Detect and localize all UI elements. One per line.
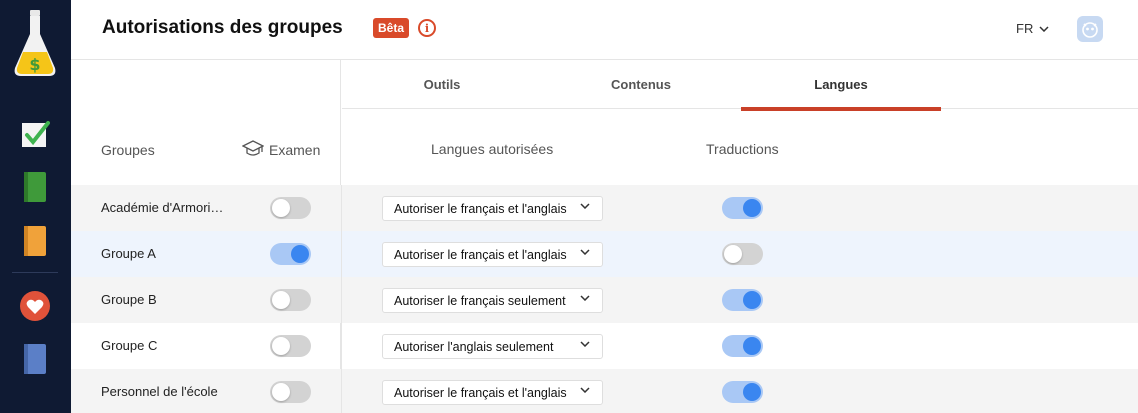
chevron-down-icon [580,341,590,347]
tab-contenus[interactable]: Contenus [541,60,741,109]
table-row: Groupe A Autoriser le français et l'angl… [71,231,1138,277]
exam-column-header: Examen [269,142,321,158]
chevron-down-icon [580,249,590,255]
language-dropdown[interactable]: Autoriser le français et l'anglais [382,242,603,267]
beta-badge: Bêta [373,18,410,38]
page-header: Autorisations des groupes Bêta i FR [71,0,1138,60]
avatar[interactable] [1077,16,1103,42]
language-code: FR [1016,21,1034,36]
exam-toggle[interactable] [270,197,311,219]
translations-toggle[interactable] [722,243,763,265]
group-name: Personnel de l'école [101,384,218,399]
checkmark-icon[interactable] [18,117,52,151]
owl-avatar-icon [1082,22,1098,38]
page-title: Autorisations des groupes [102,17,343,38]
translations-toggle[interactable] [722,197,763,219]
table-row: Personnel de l'école Autoriser le frança… [71,369,1138,413]
language-dropdown[interactable]: Autoriser le français seulement [382,288,603,313]
table-row: Académie d'Armorique Autoriser le frança… [71,185,1138,231]
flask-logo-icon[interactable]: $ [10,8,60,80]
table-row: Groupe B Autoriser le français seulement [71,277,1138,323]
language-dropdown[interactable]: Autoriser le français et l'anglais [382,196,603,221]
chevron-down-icon [580,295,590,301]
chevron-down-icon [1039,25,1049,32]
translations-toggle[interactable] [722,381,763,403]
exam-toggle[interactable] [270,335,311,357]
svg-text:$: $ [29,55,40,74]
chevron-down-icon [580,203,590,209]
table-row: Groupe C Autoriser l'anglais seulement [71,323,1138,369]
language-dropdown[interactable]: Autoriser le français et l'anglais [382,380,603,405]
graduation-cap-icon [241,139,265,164]
exam-toggle[interactable] [270,381,311,403]
groups-column-header: Groupes [101,142,155,158]
exam-toggle[interactable] [270,243,311,265]
sidebar-divider [12,272,58,273]
green-book-icon[interactable] [18,170,52,204]
group-name: Groupe A [101,246,156,261]
tab-outils[interactable]: Outils [342,60,542,109]
language-dropdown-value: Autoriser le français seulement [394,293,566,308]
heart-icon[interactable] [18,289,52,323]
sidebar: $ [0,0,71,413]
language-dropdown[interactable]: Autoriser l'anglais seulement [382,334,603,359]
allowed-languages-column-header: Langues autorisées [431,141,554,157]
tab-langues[interactable]: Langues [741,60,941,111]
tab-bar: Outils Contenus Langues [342,60,1138,111]
group-name: Groupe B [101,292,157,307]
blue-book-icon[interactable] [18,342,52,376]
info-icon[interactable]: i [418,19,436,37]
translations-column-header: Traductions [706,141,779,157]
language-dropdown-value: Autoriser le français et l'anglais [394,247,567,262]
exam-toggle[interactable] [270,289,311,311]
group-name: Groupe C [101,338,158,353]
group-name: Académie d'Armorique [101,200,226,215]
chevron-down-icon [580,387,590,393]
translations-toggle[interactable] [722,335,763,357]
language-selector[interactable]: FR [1016,21,1049,36]
language-dropdown-value: Autoriser le français et l'anglais [394,201,567,216]
translations-toggle[interactable] [722,289,763,311]
orange-book-icon[interactable] [18,224,52,258]
language-dropdown-value: Autoriser le français et l'anglais [394,385,567,400]
language-dropdown-value: Autoriser l'anglais seulement [394,339,554,354]
